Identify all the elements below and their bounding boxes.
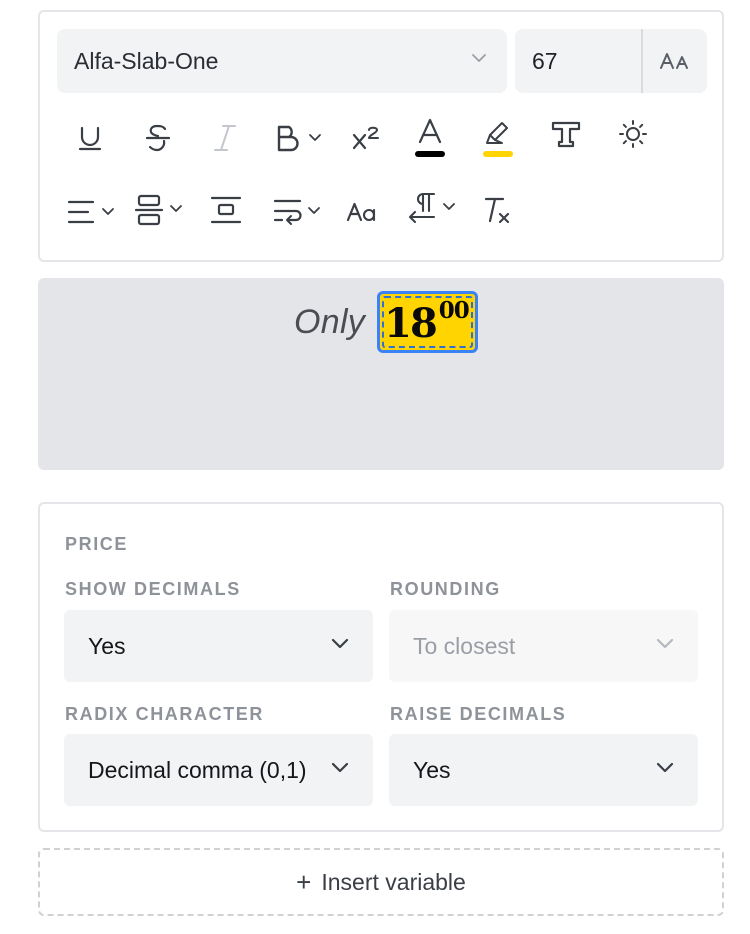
insert-variable-label: Insert variable <box>321 868 466 895</box>
price-element[interactable]: 18 00 <box>377 291 478 353</box>
rounding-select[interactable]: To closest <box>389 610 698 682</box>
text-direction-button[interactable] <box>404 182 462 234</box>
chevron-down-icon <box>331 762 349 774</box>
spacing-button[interactable] <box>200 184 252 236</box>
chevron-down-icon <box>472 54 486 62</box>
text-case-button[interactable] <box>336 186 388 238</box>
clear-format-icon <box>484 197 510 224</box>
strikethrough-icon <box>145 124 171 152</box>
font-size-case-button[interactable] <box>643 29 707 93</box>
italic-button[interactable] <box>199 112 251 164</box>
chevron-down-icon <box>656 638 674 650</box>
highlight-icon <box>483 122 513 157</box>
price-section-title: PRICE <box>65 534 129 554</box>
vertical-align-button[interactable] <box>132 184 190 236</box>
chevron-down-icon <box>656 762 674 774</box>
brightness-button[interactable] <box>607 108 659 160</box>
radix-character-select[interactable]: Decimal comma (0,1) <box>64 734 373 806</box>
superscript-icon <box>352 126 379 150</box>
rounding-value: To closest <box>413 632 516 659</box>
text-style-button[interactable] <box>540 108 592 160</box>
preview-canvas: Only 18 00 <box>38 278 724 470</box>
brightness-icon <box>619 120 647 148</box>
font-family-select[interactable]: Alfa-Slab-One <box>57 29 507 93</box>
underline-button[interactable] <box>64 112 116 164</box>
price-integer: 18 <box>384 300 438 347</box>
text-color-icon <box>415 118 445 157</box>
font-size-input[interactable] <box>515 29 643 93</box>
preview-prefix-text[interactable]: Only <box>294 303 365 342</box>
raise-decimals-select[interactable]: Yes <box>389 734 698 806</box>
text-wrap-button[interactable] <box>270 186 328 238</box>
highlight-button[interactable] <box>472 112 524 164</box>
text-toolbar: Alfa-Slab-One <box>38 10 724 262</box>
price-settings-panel: PRICE SHOW DECIMALS Yes ROUNDING To clos… <box>38 502 724 832</box>
font-family-value: Alfa-Slab-One <box>74 47 219 74</box>
font-size-group <box>515 29 707 93</box>
show-decimals-value: Yes <box>88 632 126 659</box>
align-button[interactable] <box>64 186 122 238</box>
italic-icon <box>214 125 236 151</box>
insert-variable-button[interactable]: + Insert variable <box>38 848 724 916</box>
superscript-button[interactable] <box>340 112 392 164</box>
clear-format-button[interactable] <box>472 184 524 236</box>
spacing-icon <box>210 196 242 224</box>
show-decimals-label: SHOW DECIMALS <box>65 579 241 599</box>
vertical-align-icon <box>134 194 182 226</box>
text-case-icon <box>346 202 376 222</box>
price-decimals: 00 <box>438 297 470 324</box>
raise-decimals-value: Yes <box>413 756 451 783</box>
radix-character-label: RADIX CHARACTER <box>65 704 264 724</box>
text-style-icon <box>551 121 581 148</box>
underline-icon <box>78 126 102 151</box>
preview-text: Only 18 00 <box>294 291 478 353</box>
bold-icon <box>277 125 321 152</box>
radix-character-value: Decimal comma (0,1) <box>88 756 307 783</box>
align-icon <box>67 200 114 224</box>
plus-icon: + <box>296 866 312 897</box>
text-direction-icon <box>408 192 455 224</box>
text-wrap-icon <box>273 199 320 225</box>
raise-decimals-label: RAISE DECIMALS <box>390 704 567 724</box>
rounding-label: ROUNDING <box>390 579 501 599</box>
chevron-down-icon <box>331 638 349 650</box>
bold-button[interactable] <box>272 112 328 164</box>
show-decimals-select[interactable]: Yes <box>64 610 373 682</box>
text-size-icon <box>660 53 688 69</box>
strikethrough-button[interactable] <box>132 112 184 164</box>
text-color-button[interactable] <box>404 112 456 164</box>
